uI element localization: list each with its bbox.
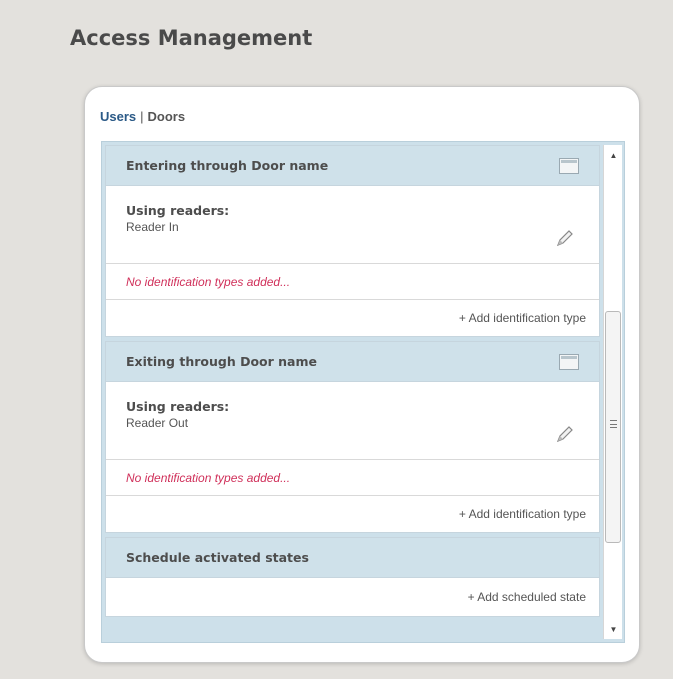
add-scheduled-state-link[interactable]: + Add scheduled state	[468, 590, 586, 604]
section-header: Exiting through Door name	[106, 342, 599, 382]
rules-scroll-area: Entering through Door name Using readers…	[101, 141, 625, 643]
section-title: Exiting through Door name	[126, 354, 317, 369]
tab-users[interactable]: Users	[100, 109, 136, 124]
add-identification-type-link[interactable]: + Add identification type	[459, 507, 586, 521]
add-row: + Add scheduled state	[106, 578, 599, 616]
tab-doors[interactable]: Doors	[148, 109, 186, 124]
add-row: + Add identification type	[106, 300, 599, 336]
section-title: Entering through Door name	[126, 158, 329, 173]
rules-list: Entering through Door name Using readers…	[105, 145, 600, 639]
add-row: + Add identification type	[106, 496, 599, 532]
readers-block: Using readers: Reader Out	[106, 382, 599, 460]
add-identification-type-link[interactable]: + Add identification type	[459, 311, 586, 325]
tab-separator: |	[140, 109, 144, 124]
section-title: Schedule activated states	[126, 550, 309, 565]
no-identification-message: No identification types added...	[106, 460, 599, 496]
triangle-down-icon[interactable]: ▼	[604, 621, 623, 637]
panel-icon[interactable]	[559, 157, 579, 174]
readers-value: Reader Out	[126, 416, 189, 430]
section-header: Schedule activated states	[106, 538, 599, 578]
schedule-section: Schedule activated states + Add schedule…	[105, 537, 600, 617]
exiting-section: Exiting through Door name Using readers:…	[105, 341, 600, 533]
pencil-icon[interactable]	[553, 422, 577, 446]
readers-block: Using readers: Reader In	[106, 186, 599, 264]
tab-bar: Users | Doors	[100, 109, 185, 124]
section-header: Entering through Door name	[106, 146, 599, 186]
triangle-up-icon[interactable]: ▲	[604, 147, 623, 163]
pencil-icon[interactable]	[553, 226, 577, 250]
panel-icon[interactable]	[559, 353, 579, 370]
grip-icon	[610, 420, 617, 428]
vertical-scrollbar[interactable]: ▲ ▼	[603, 145, 622, 639]
access-panel: Users | Doors Entering through Door name…	[84, 86, 640, 663]
readers-title: Using readers:	[126, 203, 230, 218]
scrollbar-thumb[interactable]	[605, 311, 621, 543]
readers-title: Using readers:	[126, 399, 230, 414]
no-identification-message: No identification types added...	[106, 264, 599, 300]
page-title: Access Management	[70, 26, 313, 50]
entering-section: Entering through Door name Using readers…	[105, 145, 600, 337]
readers-value: Reader In	[126, 220, 179, 234]
